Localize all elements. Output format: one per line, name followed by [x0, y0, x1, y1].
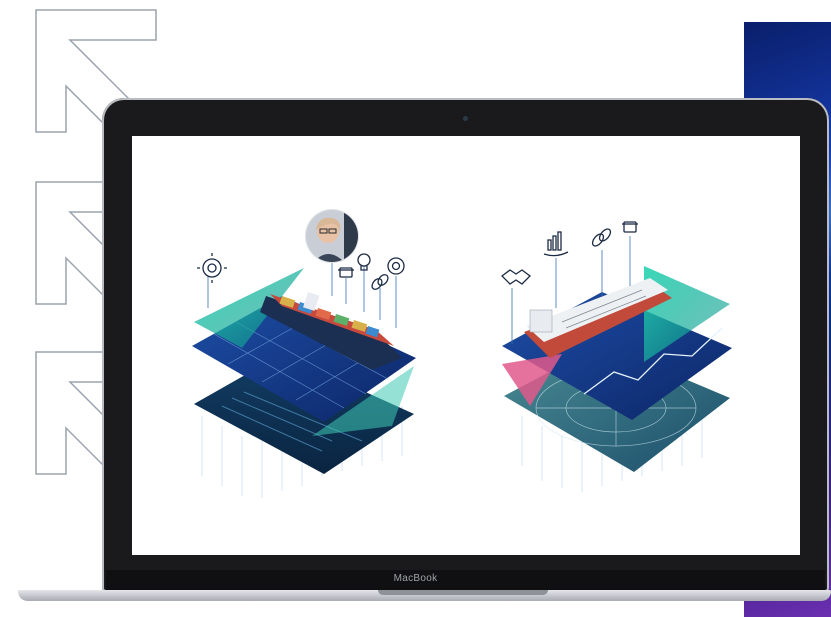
bar-chart-hand-icon	[543, 231, 569, 257]
hat-icon	[338, 267, 354, 278]
camera-icon	[463, 116, 468, 121]
gear-chart-icon	[197, 253, 227, 283]
screen-illustration	[192, 209, 732, 498]
hat-icon	[622, 221, 638, 233]
right-scene	[501, 221, 732, 492]
link-icon	[591, 228, 612, 247]
handshake-icon	[501, 269, 531, 285]
laptop-brand-label: MacBook	[393, 573, 438, 584]
left-scene	[192, 209, 416, 498]
avatar	[305, 209, 359, 263]
laptop-notch	[378, 590, 548, 595]
lifebuoy-icon	[387, 257, 405, 275]
